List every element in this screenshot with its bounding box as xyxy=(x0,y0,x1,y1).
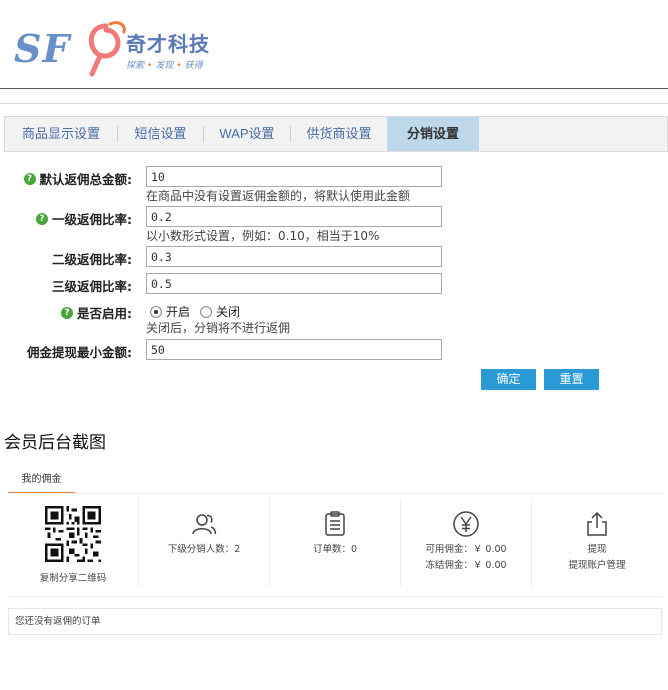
share-upload-icon[interactable] xyxy=(583,510,611,538)
tab-supplier[interactable]: 供货商设置 xyxy=(291,117,387,151)
slogan-word: 探索 xyxy=(126,61,145,71)
withdraw-link[interactable]: 提现 xyxy=(532,542,662,558)
yen-circle-icon xyxy=(453,511,479,537)
withdraw-account-link[interactable]: 提现账户管理 xyxy=(532,558,662,574)
section-title: 会员后台截图 xyxy=(4,433,106,453)
confirm-button[interactable]: 确定 xyxy=(481,369,536,390)
field-label: 是否启用: xyxy=(77,306,132,321)
enabled-label: ? 是否启用: xyxy=(61,303,132,322)
brand-logo: SF 奇才科技 探索 • 发现 • 获得 xyxy=(14,18,224,78)
field-label: 三级返佣比率: xyxy=(52,279,132,294)
radio-enable-label[interactable]: 开启 xyxy=(166,303,190,320)
level1-rate-hint: 以小数形式设置，例如：0.10，相当于10% xyxy=(146,229,380,243)
level1-rate-label: ? 一级返佣比率: xyxy=(36,209,132,228)
stat-subordinates: 下级分销人数：2 xyxy=(138,498,269,586)
users-icon xyxy=(192,514,217,535)
field-label: 默认返佣总金额: xyxy=(39,172,133,187)
slogan-word: 获得 xyxy=(184,61,203,71)
tab-sms[interactable]: 短信设置 xyxy=(118,117,203,151)
enabled-radio-group: 开启 关闭 xyxy=(150,303,240,320)
enabled-hint: 关闭后，分销将不进行返佣 xyxy=(146,321,291,335)
stat-orders: 订单数：0 xyxy=(269,498,400,586)
reset-button[interactable]: 重置 xyxy=(544,369,599,390)
stats-divider xyxy=(8,596,662,597)
field-label: 佣金提现最小金额: xyxy=(27,345,132,360)
default-total-label: ? 默认返佣总金额: xyxy=(23,169,133,188)
company-name: 奇才科技 xyxy=(126,32,210,56)
tab-my-commission[interactable]: 我的佣金 xyxy=(8,470,75,494)
settings-tab-bar: 商品显示设置 短信设置 WAP设置 供货商设置 分销设置 xyxy=(4,116,668,152)
subordinates-count: 下级分销人数：2 xyxy=(167,544,241,555)
company-slogan: 探索 • 发现 • 获得 xyxy=(126,58,203,71)
radio-disable-label[interactable]: 关闭 xyxy=(216,303,240,320)
stat-qr: 复制分享二维码 xyxy=(8,498,138,586)
level3-rate-label: 三级返佣比率: xyxy=(52,276,132,295)
header-divider xyxy=(0,88,668,89)
slogan-dot: • xyxy=(147,61,153,71)
commission-stats: 复制分享二维码 下级分销人数：2 订单数：0 可用佣金：￥ 0.00 冻结佣金：… xyxy=(8,498,662,586)
logo-letters: SF xyxy=(14,26,71,71)
level3-rate-input[interactable] xyxy=(146,273,442,294)
tab-underline-rule xyxy=(8,493,662,494)
level1-rate-input[interactable] xyxy=(146,206,442,227)
help-icon[interactable]: ? xyxy=(36,212,48,225)
min-withdraw-input[interactable] xyxy=(146,339,442,360)
header-divider-light xyxy=(0,103,668,104)
radio-disable[interactable] xyxy=(200,305,213,318)
slogan-word: 发现 xyxy=(155,61,174,71)
level2-rate-label: 二级返佣比率: xyxy=(52,249,132,268)
field-label: 一级返佣比率: xyxy=(52,212,132,227)
default-total-hint: 在商品中没有设置返佣金额的，将默认使用此金额 xyxy=(146,189,411,203)
min-withdraw-label: 佣金提现最小金额: xyxy=(27,342,132,361)
available-commission: 可用佣金：￥ 0.00 xyxy=(425,544,507,555)
default-total-input[interactable] xyxy=(146,166,442,187)
tab-distribution[interactable]: 分销设置 xyxy=(387,117,479,151)
logo-mark-icon xyxy=(88,21,126,77)
orders-count: 订单数：0 xyxy=(312,544,358,555)
help-icon[interactable]: ? xyxy=(61,306,73,319)
stat-withdraw: 提现 提现账户管理 xyxy=(531,498,662,586)
level2-rate-input[interactable] xyxy=(146,246,442,267)
radio-enable[interactable] xyxy=(150,305,162,318)
stat-balance: 可用佣金：￥ 0.00 冻结佣金：￥ 0.00 xyxy=(400,498,531,586)
frozen-commission: 冻结佣金：￥ 0.00 xyxy=(425,560,507,571)
help-icon[interactable]: ? xyxy=(23,172,36,185)
empty-orders-message: 您还没有返佣的订单 xyxy=(8,608,662,635)
field-label: 二级返佣比率: xyxy=(52,252,132,267)
slogan-dot: • xyxy=(176,61,182,71)
clipboard-icon xyxy=(325,511,345,536)
qr-code-icon[interactable] xyxy=(45,506,101,562)
qr-caption[interactable]: 复制分享二维码 xyxy=(8,570,138,584)
tab-wap[interactable]: WAP设置 xyxy=(204,117,290,151)
tab-product-display[interactable]: 商品显示设置 xyxy=(5,117,117,151)
